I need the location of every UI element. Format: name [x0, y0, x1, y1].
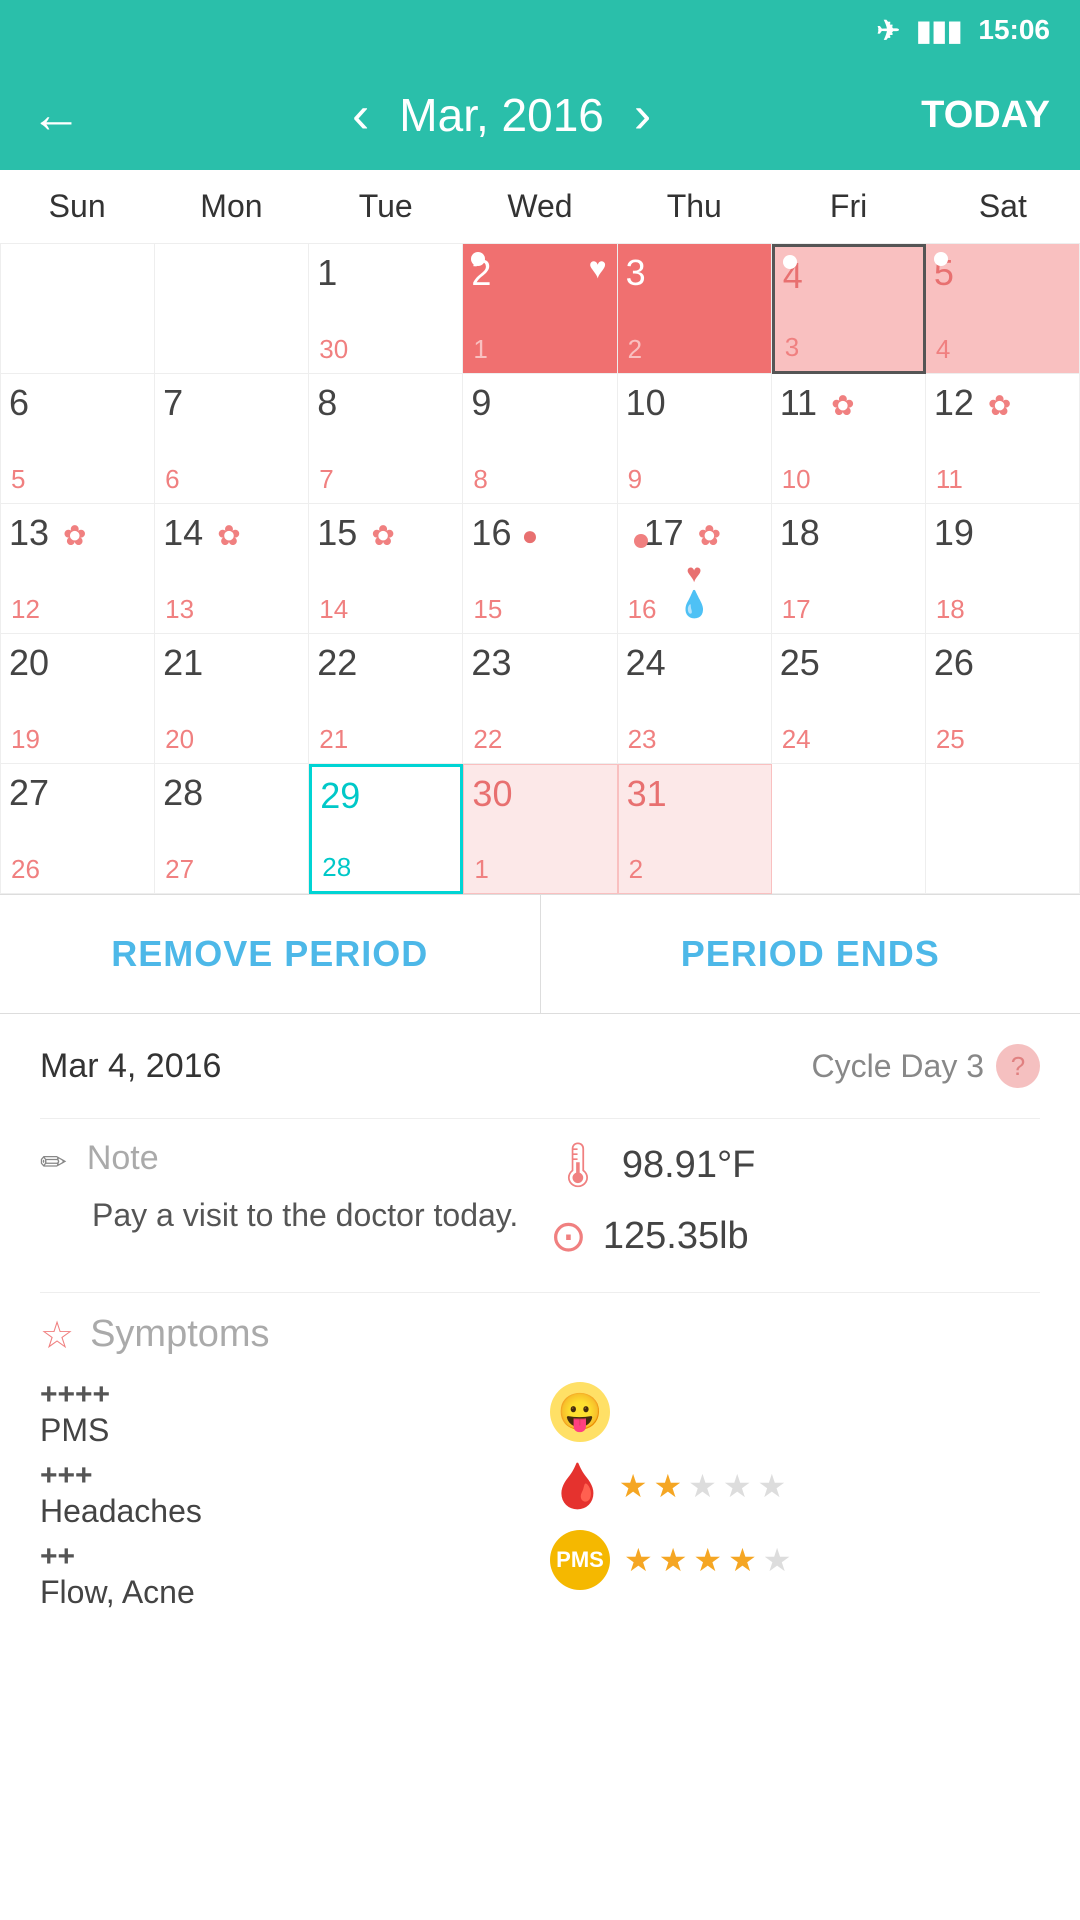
flower-icon: ✿	[217, 519, 240, 552]
temperature-row: 🌡 98.91°F	[550, 1139, 1040, 1191]
symptoms-ratings: 😛 🩸 ★ ★ ★ ★ ★ PMS ★ ★ ★	[550, 1378, 1040, 1611]
calendar-day-3[interactable]: 3 2	[618, 244, 772, 374]
calendar-day-13[interactable]: 13 ✿ 12	[1, 504, 155, 634]
calendar-day-empty	[926, 764, 1080, 894]
calendar-day-27[interactable]: 27 26	[1, 764, 155, 894]
calendar-grid: 1 30 2 ♥ 1 3 2 4 3 5 4 6 5 7 6 8 7 9 8 1…	[0, 244, 1080, 894]
calendar-day-12[interactable]: 12 ✿ 11	[926, 374, 1080, 504]
calendar-day-19[interactable]: 19 18	[926, 504, 1080, 634]
detail-header: Mar 4, 2016 Cycle Day 3 ?	[40, 1044, 1040, 1088]
airplane-icon: ✈	[877, 14, 900, 47]
calendar-day-21[interactable]: 21 20	[155, 634, 309, 764]
calendar-day-26[interactable]: 26 25	[926, 634, 1080, 764]
blood-row: 🩸 ★ ★ ★ ★ ★	[550, 1460, 1040, 1512]
readings-column: 🌡 98.91°F ⊙ 125.35lb	[550, 1139, 1040, 1262]
weight-row: ⊙ 125.35lb	[550, 1211, 1040, 1262]
calendar-day-10[interactable]: 10 9	[618, 374, 772, 504]
calendar-day-empty	[1, 244, 155, 374]
day-header-fri: Fri	[771, 170, 925, 243]
calendar-day-24[interactable]: 24 23	[618, 634, 772, 764]
calendar-day-empty	[772, 764, 926, 894]
info-grid: ✏ Note Pay a visit to the doctor today. …	[40, 1139, 1040, 1262]
symptom-item-flow-acne: ++ Flow, Acne	[40, 1540, 530, 1611]
flower-icon: ✿	[698, 519, 721, 552]
scale-icon: ⊙	[550, 1211, 587, 1262]
pms-stars: ★ ★ ★ ★ ★	[624, 1541, 791, 1579]
day-header-sat: Sat	[926, 170, 1080, 243]
symptoms-content: ++++ PMS +++ Headaches ++ Flow, Acne 😛 🩸	[40, 1378, 1040, 1611]
time-display: 15:06	[978, 14, 1050, 46]
calendar-day-empty	[155, 244, 309, 374]
calendar-day-1[interactable]: 1 30	[309, 244, 463, 374]
period-dot-icon: ●	[521, 520, 538, 551]
period-ends-button[interactable]: PERIOD ENDS	[541, 895, 1080, 1013]
thermometer-icon: 🌡	[550, 1139, 606, 1191]
edit-icon: ✏	[40, 1143, 67, 1181]
next-month-button[interactable]: ›	[634, 85, 651, 145]
drop-symbol: 💧	[678, 589, 710, 620]
heart-icon: ♥	[589, 252, 607, 286]
heart-symbol: ♥	[686, 558, 701, 589]
symptom-item-pms: ++++ PMS	[40, 1378, 530, 1449]
month-navigation: ‹ Mar, 2016 ›	[352, 85, 651, 145]
calendar-day-18[interactable]: 18 17	[772, 504, 926, 634]
detail-date: Mar 4, 2016	[40, 1047, 221, 1086]
flower-icon: ✿	[831, 389, 854, 422]
calendar-day-7[interactable]: 7 6	[155, 374, 309, 504]
day-header-sun: Sun	[0, 170, 154, 243]
calendar-day-20[interactable]: 20 19	[1, 634, 155, 764]
calendar-day-17[interactable]: 17 ✿ ♥ 💧 16	[618, 504, 772, 634]
calendar-day-29-cyan[interactable]: 29 28	[309, 764, 463, 894]
detail-section: Mar 4, 2016 Cycle Day 3 ? ✏ Note Pay a v…	[0, 1014, 1080, 1641]
calendar-day-9[interactable]: 9 8	[463, 374, 617, 504]
today-button[interactable]: TODAY	[921, 94, 1050, 137]
prev-month-button[interactable]: ‹	[352, 85, 369, 145]
calendar-day-25[interactable]: 25 24	[772, 634, 926, 764]
pms-row: PMS ★ ★ ★ ★ ★	[550, 1530, 1040, 1590]
calendar-day-2[interactable]: 2 ♥ 1	[463, 244, 617, 374]
note-section: ✏ Note Pay a visit to the doctor today.	[40, 1139, 530, 1262]
cycle-help-button[interactable]: ?	[996, 1044, 1040, 1088]
day-header-mon: Mon	[154, 170, 308, 243]
blood-drop-icon: 🩸	[550, 1460, 605, 1512]
action-buttons: REMOVE PERIOD PERIOD ENDS	[0, 894, 1080, 1014]
day-headers-row: Sun Mon Tue Wed Thu Fri Sat	[0, 170, 1080, 244]
flower-icon: ✿	[988, 389, 1011, 422]
symptoms-header: ☆ Symptoms	[40, 1313, 1040, 1358]
calendar-day-23[interactable]: 23 22	[463, 634, 617, 764]
calendar-day-15[interactable]: 15 ✿ 14	[309, 504, 463, 634]
blood-stars: ★ ★ ★ ★ ★	[619, 1467, 786, 1505]
day-header-tue: Tue	[309, 170, 463, 243]
symptoms-list: ++++ PMS +++ Headaches ++ Flow, Acne	[40, 1378, 530, 1611]
flower-icon: ✿	[63, 519, 86, 552]
detail-cycle: Cycle Day 3 ?	[812, 1044, 1041, 1088]
calendar-day-22[interactable]: 22 21	[309, 634, 463, 764]
remove-period-button[interactable]: REMOVE PERIOD	[0, 895, 541, 1013]
star-icon: ☆	[40, 1313, 74, 1358]
calendar-day-30-predicted[interactable]: 30 1	[463, 764, 617, 894]
calendar-day-11[interactable]: 11 ✿ 10	[772, 374, 926, 504]
calendar-day-8[interactable]: 8 7	[309, 374, 463, 504]
calendar-day-14[interactable]: 14 ✿ 13	[155, 504, 309, 634]
pms-badge: PMS	[550, 1530, 610, 1590]
day-header-wed: Wed	[463, 170, 617, 243]
battery-icon: ▮▮▮	[916, 14, 962, 47]
month-year-label: Mar, 2016	[399, 88, 604, 142]
calendar-day-16[interactable]: 16 ● 15	[463, 504, 617, 634]
calendar-day-31-predicted[interactable]: 31 2	[618, 764, 772, 894]
calendar-header: ← ‹ Mar, 2016 › TODAY	[0, 60, 1080, 170]
calendar-day-28[interactable]: 28 27	[155, 764, 309, 894]
day-header-thu: Thu	[617, 170, 771, 243]
status-bar: ✈ ▮▮▮ 15:06	[0, 0, 1080, 60]
mood-row: 😛	[550, 1382, 1040, 1442]
mood-emoji: 😛	[550, 1382, 610, 1442]
back-button[interactable]: ←	[30, 85, 82, 145]
calendar-day-4-selected[interactable]: 4 3	[772, 244, 926, 374]
cycle-day-label: Cycle Day 3	[812, 1048, 985, 1085]
calendar-day-6[interactable]: 6 5	[1, 374, 155, 504]
flower-icon: ✿	[371, 519, 394, 552]
symptom-item-headaches: +++ Headaches	[40, 1459, 530, 1530]
calendar-day-5[interactable]: 5 4	[926, 244, 1080, 374]
